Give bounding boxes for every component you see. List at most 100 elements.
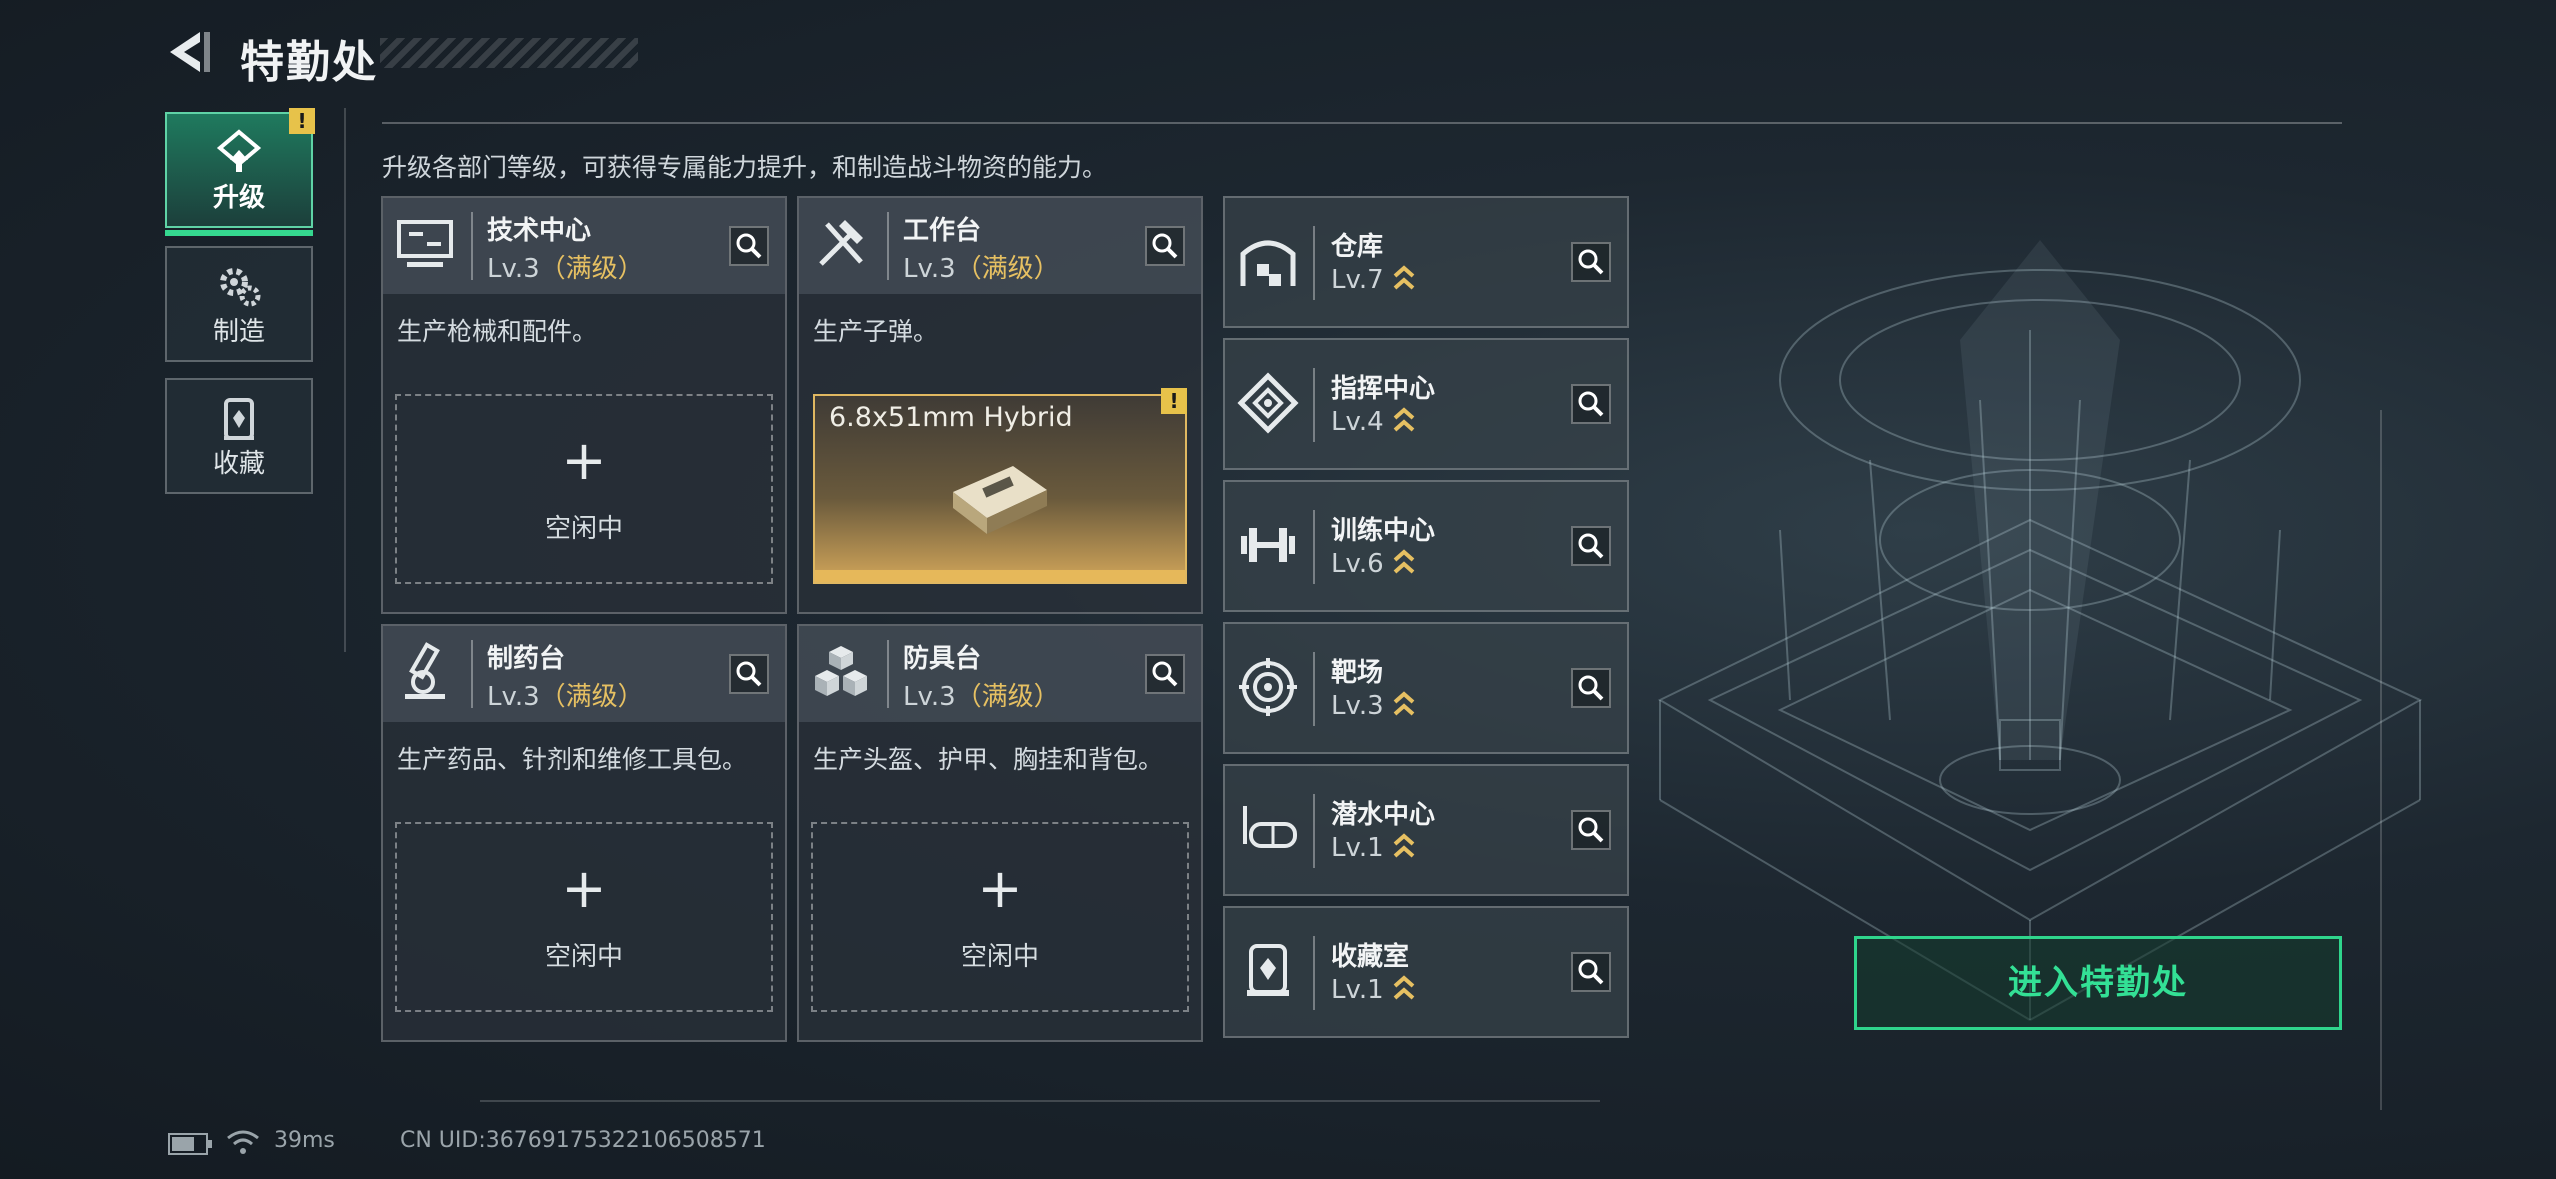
- card-level: Lv.3（满级）: [903, 682, 1060, 712]
- gears-icon: [220, 268, 261, 307]
- search-button[interactable]: [729, 226, 769, 266]
- upgrade-chevron-icon: [1393, 833, 1415, 858]
- warehouse-icon: [1240, 240, 1296, 286]
- dumbbell-icon: [1241, 528, 1295, 562]
- search-button[interactable]: [1145, 654, 1185, 694]
- search-icon: [1152, 661, 1178, 687]
- facility-name: 仓库: [1331, 232, 1384, 262]
- production-slot-empty[interactable]: + 空闲中: [395, 394, 773, 584]
- max-level-tag: （满级）: [539, 682, 644, 712]
- card-header: 制药台 Lv.3（满级）: [383, 626, 785, 722]
- search-icon: [1152, 233, 1178, 259]
- page-description: 升级各部门等级，可获得专属能力提升，和制造战斗物资的能力。: [382, 153, 1108, 182]
- page-title: 特勤处: [240, 37, 378, 88]
- upgrade-icon: [216, 129, 262, 172]
- facility-card-armor[interactable]: 防具台 Lv.3（满级） 生产头盔、护甲、胸挂和背包。 + 空闲中: [797, 624, 1203, 1042]
- facility-row-training-center[interactable]: 训练中心 Lv.6: [1223, 480, 1629, 612]
- armor-boxes-icon: [815, 646, 867, 696]
- production-progress: [815, 570, 1185, 582]
- search-button[interactable]: [1145, 226, 1185, 266]
- search-icon: [736, 233, 762, 259]
- diving-mask-icon: [1243, 806, 1297, 848]
- card-title: 制药台: [487, 644, 566, 674]
- facility-row-command-center[interactable]: 指挥中心 Lv.4: [1223, 338, 1629, 470]
- nav-label: 收藏: [212, 449, 265, 479]
- facility-level: Lv.7: [1331, 264, 1416, 295]
- search-icon: [1578, 959, 1604, 985]
- plus-icon: +: [561, 857, 607, 920]
- separator: [471, 212, 473, 280]
- search-button[interactable]: [1571, 952, 1611, 992]
- search-button[interactable]: [1571, 526, 1611, 566]
- nav-tab-upgrade[interactable]: 升级 !: [165, 108, 315, 236]
- nav-tab-collection[interactable]: 收藏: [165, 378, 313, 494]
- alert-badge: !: [1161, 388, 1187, 414]
- right-vertical-divider: [2380, 410, 2382, 1110]
- enter-special-ops-button[interactable]: 进入特勤处: [1854, 936, 2342, 1030]
- facility-row-warehouse[interactable]: 仓库 Lv.7: [1223, 196, 1629, 328]
- facility-card-workbench[interactable]: 工作台 Lv.3（满级） 生产子弹。 6.8x51mm Hybrid !: [797, 196, 1203, 614]
- facility-card-tech-center[interactable]: 技术中心 Lv.3（满级） 生产枪械和配件。 + 空闲中: [381, 196, 787, 614]
- production-slot-active[interactable]: 6.8x51mm Hybrid !: [813, 388, 1187, 584]
- facility-name: 指挥中心: [1331, 374, 1436, 404]
- card-level: Lv.3（满级）: [487, 682, 644, 712]
- card-level: Lv.3（满级）: [903, 254, 1060, 284]
- search-button[interactable]: [1571, 242, 1611, 282]
- search-button[interactable]: [729, 654, 769, 694]
- facility-row-collection-room[interactable]: 收藏室 Lv.1: [1223, 906, 1629, 1038]
- production-slot-empty[interactable]: + 空闲中: [811, 822, 1189, 1012]
- header-divider: [382, 122, 2342, 124]
- upgrade-chevron-icon: [1393, 549, 1415, 574]
- search-button[interactable]: [1571, 384, 1611, 424]
- card-description: 生产头盔、护甲、胸挂和背包。: [813, 745, 1164, 774]
- facility-card-pharmacy[interactable]: 制药台 Lv.3（满级） 生产药品、针剂和维修工具包。 + 空闲中: [381, 624, 787, 1042]
- nav-label: 升级: [212, 183, 265, 213]
- card-description: 生产子弹。: [813, 317, 939, 346]
- card-title: 防具台: [903, 644, 982, 674]
- card-header: 技术中心 Lv.3（满级）: [383, 198, 785, 294]
- command-icon: [1237, 372, 1299, 434]
- search-icon: [1578, 817, 1604, 843]
- product-name: 6.8x51mm Hybrid: [829, 402, 1073, 433]
- search-icon: [1578, 249, 1604, 275]
- facility-level: Lv.6: [1331, 548, 1416, 579]
- card-header: 防具台 Lv.3（满级）: [799, 626, 1201, 722]
- ammo-box-icon: [953, 466, 1047, 534]
- facility-name: 收藏室: [1331, 942, 1410, 972]
- title-decoration: [380, 38, 638, 68]
- facility-level: Lv.4: [1331, 406, 1416, 437]
- card-header: 工作台 Lv.3（满级）: [799, 198, 1201, 294]
- upgrade-chevron-icon: [1393, 975, 1415, 1000]
- nav-tab-craft[interactable]: 制造: [165, 246, 313, 362]
- search-button[interactable]: [1571, 810, 1611, 850]
- separator: [1313, 936, 1315, 1010]
- facility-name: 训练中心: [1331, 516, 1436, 546]
- plus-icon: +: [977, 857, 1023, 920]
- back-arrow-icon[interactable]: [160, 26, 212, 78]
- search-button[interactable]: [1571, 668, 1611, 708]
- nav-label: 制造: [212, 317, 265, 347]
- separator: [1313, 794, 1315, 868]
- slot-status: 空闲中: [544, 942, 623, 972]
- slot-status: 空闲中: [544, 514, 623, 544]
- search-icon: [1578, 533, 1604, 559]
- facility-level: Lv.1: [1331, 832, 1416, 863]
- user-uid: CN UID:3676917532210650857​1: [400, 1128, 766, 1153]
- production-slot-empty[interactable]: + 空闲中: [395, 822, 773, 1012]
- upgrade-chevron-icon: [1393, 407, 1415, 432]
- search-icon: [1578, 675, 1604, 701]
- alert-badge: !: [289, 108, 315, 134]
- card-description: 生产枪械和配件。: [397, 317, 598, 346]
- ping-readout: 39ms: [274, 1128, 335, 1153]
- vault-icon: [1247, 944, 1289, 996]
- facility-row-diving-center[interactable]: 潜水中心 Lv.1: [1223, 764, 1629, 896]
- search-icon: [1578, 391, 1604, 417]
- upgrade-chevron-icon: [1393, 265, 1415, 290]
- upgrade-chevron-icon: [1393, 691, 1415, 716]
- card-title: 工作台: [903, 216, 982, 246]
- card-level: Lv.3（满级）: [487, 254, 644, 284]
- monitor-icon: [397, 220, 453, 267]
- battery-icon: [168, 1133, 212, 1155]
- facility-row-shooting-range[interactable]: 靶场 Lv.3: [1223, 622, 1629, 754]
- separator: [887, 640, 889, 708]
